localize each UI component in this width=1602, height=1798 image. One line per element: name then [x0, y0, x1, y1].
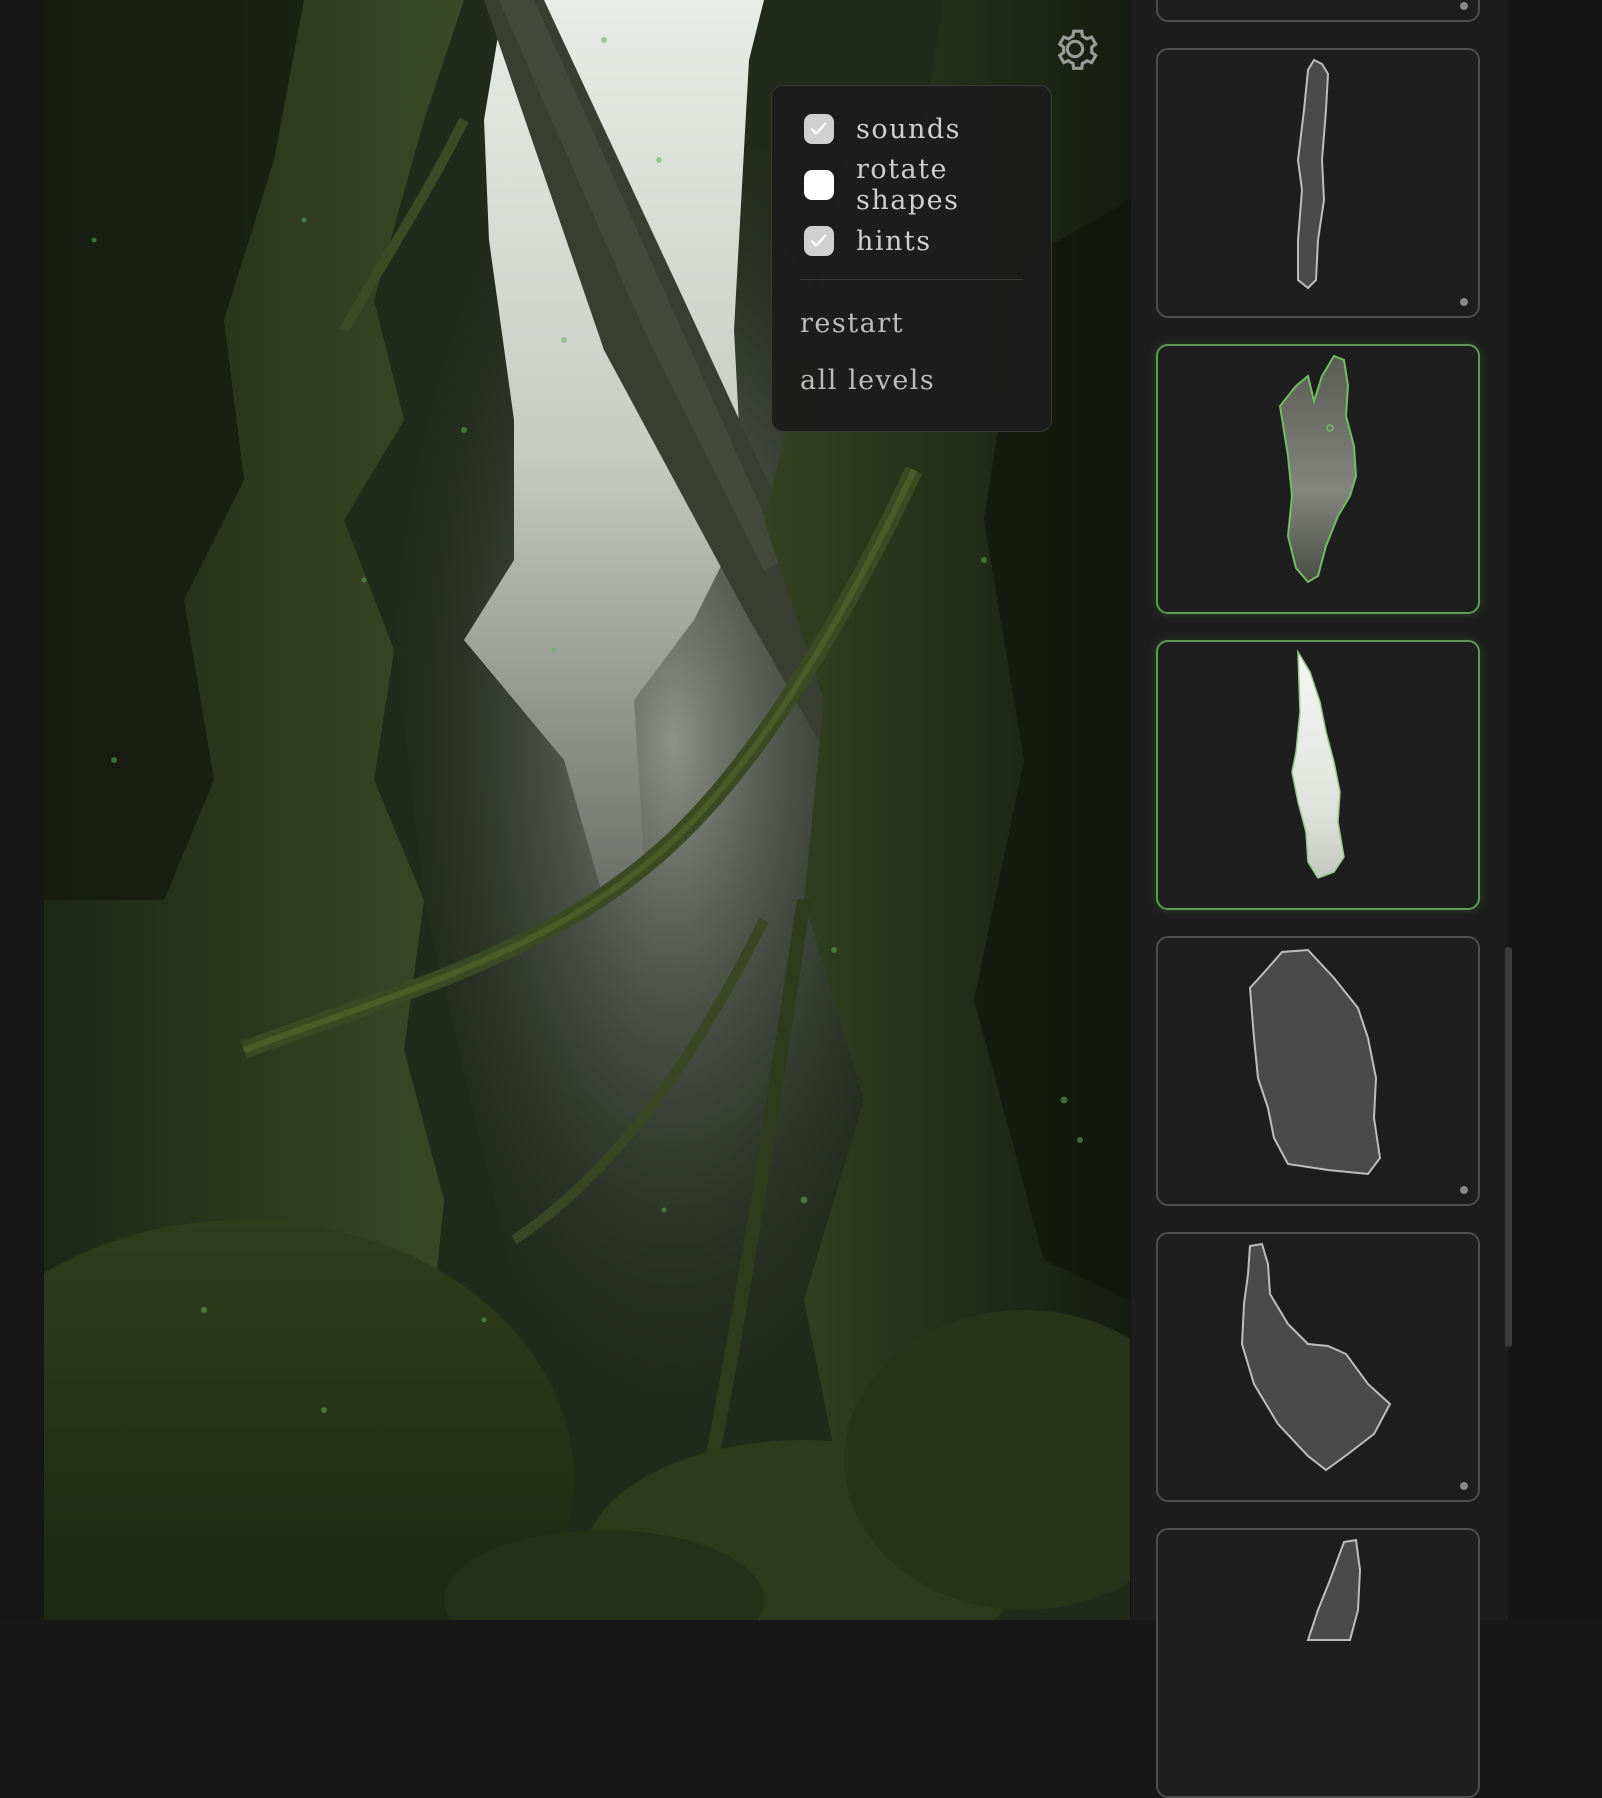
piece-shape [1306, 1538, 1362, 1641]
piece-shape [1291, 649, 1345, 879]
piece-card-placed[interactable] [1156, 344, 1480, 614]
checkmark-icon [810, 122, 827, 135]
menu-divider [800, 279, 1023, 280]
rotate-shapes-checkbox[interactable] [804, 170, 834, 200]
settings-menu: sounds rotate shapes hints restart all l… [771, 85, 1052, 432]
piece-card[interactable] [1156, 0, 1480, 22]
left-margin [0, 0, 44, 1620]
sounds-label: sounds [856, 113, 962, 145]
hints-checkbox[interactable] [804, 226, 834, 256]
restart-link[interactable]: restart [800, 308, 904, 339]
gear-icon [1057, 29, 1098, 70]
unplaced-indicator [1460, 1482, 1468, 1490]
piece-card-placed[interactable] [1156, 640, 1480, 910]
hints-label: hints [856, 225, 932, 257]
rotate-shapes-option[interactable]: rotate shapes [804, 154, 1051, 216]
sounds-checkbox[interactable] [804, 114, 834, 144]
piece-card[interactable] [1156, 1232, 1480, 1502]
piece-card[interactable] [1156, 1528, 1480, 1798]
piece-shape [1240, 1242, 1392, 1472]
piece-shape [1278, 354, 1358, 584]
piece-shape [1248, 948, 1382, 1176]
unplaced-indicator [1460, 1186, 1468, 1194]
piece-shape [1296, 58, 1330, 290]
all-levels-link[interactable]: all levels [800, 365, 935, 396]
piece-card[interactable] [1156, 48, 1480, 318]
piece-card[interactable] [1156, 936, 1480, 1206]
sounds-option[interactable]: sounds [804, 113, 961, 145]
tray-scrollbar[interactable] [1505, 947, 1512, 1347]
checkmark-icon [810, 234, 827, 247]
hints-option[interactable]: hints [804, 225, 932, 257]
unplaced-indicator [1460, 298, 1468, 306]
unplaced-indicator [1460, 2, 1468, 10]
settings-button[interactable] [1048, 22, 1102, 76]
rotate-shapes-label: rotate shapes [856, 154, 960, 216]
right-margin [1508, 0, 1602, 1620]
